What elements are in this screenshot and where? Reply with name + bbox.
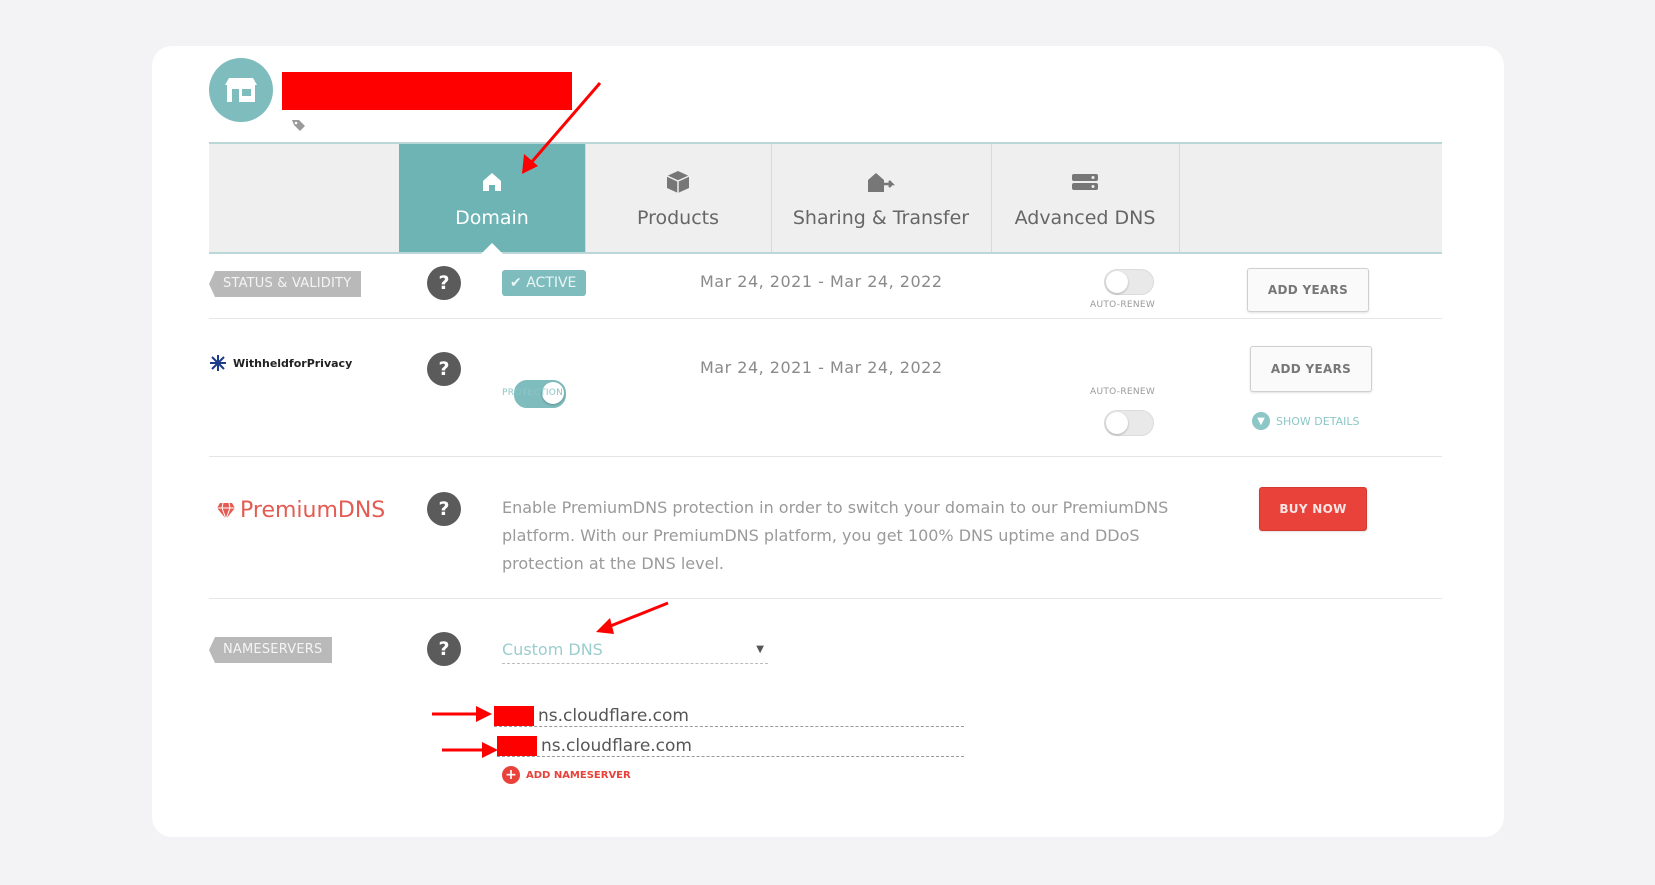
tab-label: Sharing & Transfer (792, 207, 970, 229)
tag-icon[interactable] (290, 118, 308, 132)
help-icon[interactable]: ? (427, 632, 461, 666)
privacy-logo-text: WithheldforPrivacy (233, 356, 353, 370)
privacy-star-icon (210, 355, 226, 371)
protection-label: PROTECTION (502, 388, 564, 398)
tab-label: Products (636, 207, 720, 229)
status-validity-label: STATUS & VALIDITY (209, 271, 362, 297)
diamond-icon (217, 502, 235, 520)
nameserver-value: ns.cloudflare.com (538, 706, 689, 726)
domain-tabs: Domain Products Sharing & Transfer Advan… (209, 142, 1442, 254)
domain-management-card: Domain Products Sharing & Transfer Advan… (152, 46, 1504, 837)
status-badge: ✔ ACTIVE (502, 270, 587, 296)
withheld-for-privacy-logo: WithheldforPrivacy (209, 354, 352, 372)
tab-domain[interactable]: Domain (399, 144, 586, 254)
add-nameserver-text: ADD NAMESERVER (526, 769, 631, 781)
home-icon (480, 167, 504, 197)
redacted-subdomain (494, 706, 534, 726)
redacted-subdomain (497, 736, 537, 756)
buy-now-button[interactable]: BUY NOW (1259, 487, 1367, 531)
nameservers-label: NAMESERVERS (209, 637, 333, 663)
row-divider (209, 456, 1442, 457)
tab-advanced-dns[interactable]: Advanced DNS (991, 144, 1180, 252)
add-years-button[interactable]: ADD YEARS (1250, 346, 1372, 392)
premium-dns-logo-text: PremiumDNS (240, 498, 386, 523)
tab-sharing-transfer[interactable]: Sharing & Transfer (771, 144, 992, 252)
nameserver-type-select[interactable]: Custom DNS ▼ (502, 635, 768, 664)
auto-renew-label: AUTO-RENEW (1090, 387, 1156, 397)
help-icon[interactable]: ? (427, 266, 461, 300)
server-icon (1070, 167, 1100, 197)
premium-dns-description: Enable PremiumDNS protection in order to… (502, 498, 1169, 573)
tab-products[interactable]: Products (585, 144, 772, 252)
redacted-domain-name (282, 72, 572, 110)
auto-renew-toggle[interactable] (1104, 410, 1154, 436)
validity-dates: Mar 24, 2021 - Mar 24, 2022 (700, 272, 943, 291)
nameserver-input-2[interactable]: ns.cloudflare.com (497, 732, 964, 757)
status-badge-text: ACTIVE (526, 275, 577, 291)
add-years-button[interactable]: ADD YEARS (1247, 268, 1369, 312)
chevron-down-icon: ▼ (1252, 412, 1270, 430)
share-transfer-icon (866, 167, 896, 197)
auto-renew-label: AUTO-RENEW (1090, 300, 1156, 310)
nameserver-input-1[interactable]: ns.cloudflare.com (494, 702, 964, 727)
help-icon[interactable]: ? (427, 492, 461, 526)
box-icon (665, 167, 691, 197)
tab-label: Advanced DNS (1014, 207, 1156, 229)
nameserver-type-value: Custom DNS (502, 639, 603, 659)
row-divider (209, 318, 1442, 319)
show-details-link[interactable]: ▼ SHOW DETAILS (1252, 412, 1359, 430)
add-nameserver-button[interactable]: + ADD NAMESERVER (502, 766, 631, 784)
show-details-text: SHOW DETAILS (1276, 414, 1360, 428)
help-icon[interactable]: ? (427, 352, 461, 386)
tab-label: Domain (455, 207, 529, 229)
nameserver-value: ns.cloudflare.com (541, 736, 692, 756)
privacy-dates: Mar 24, 2021 - Mar 24, 2022 (700, 358, 943, 377)
caret-down-icon: ▼ (756, 643, 764, 655)
plus-icon: + (502, 766, 520, 784)
auto-renew-toggle[interactable] (1104, 269, 1154, 295)
check-icon: ✔ (510, 275, 527, 291)
premium-dns-logo: PremiumDNS (216, 498, 385, 523)
store-icon (209, 58, 273, 122)
row-divider (209, 598, 1442, 599)
